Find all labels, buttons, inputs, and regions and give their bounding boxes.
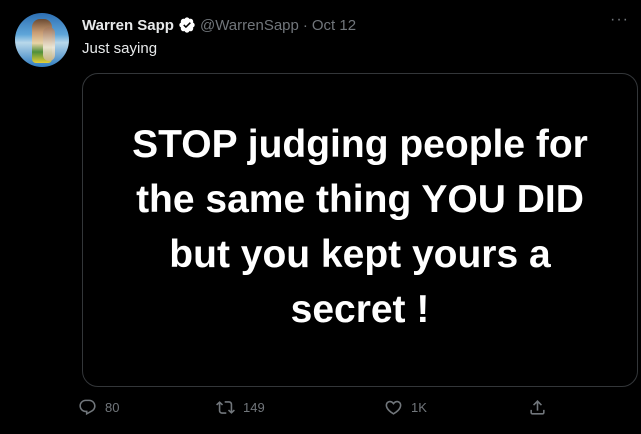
retweet-icon: [216, 401, 235, 414]
reply-icon: [79, 399, 96, 416]
more-options-icon[interactable]: ···: [610, 12, 629, 28]
like-count: 1K: [411, 400, 427, 415]
share-button[interactable]: [528, 398, 555, 417]
tweet[interactable]: Warren Sapp @WarrenSapp · Oct 12 ··· Jus…: [0, 0, 641, 434]
author-handle[interactable]: @WarrenSapp: [200, 17, 299, 34]
author-name[interactable]: Warren Sapp: [82, 17, 174, 34]
verified-badge-icon: [178, 16, 196, 34]
tweet-image[interactable]: STOP judging people for the same thing Y…: [82, 73, 638, 387]
retweet-button[interactable]: 149: [216, 398, 265, 417]
separator-dot: ·: [302, 16, 308, 34]
reply-button[interactable]: 80: [78, 398, 119, 417]
retweet-count: 149: [243, 400, 265, 415]
tweet-header: Warren Sapp @WarrenSapp · Oct 12: [82, 14, 356, 36]
image-text: STOP judging people for the same thing Y…: [132, 123, 588, 331]
action-bar: 80 149 1K: [78, 398, 558, 424]
reply-count: 80: [105, 400, 120, 415]
tweet-text: Just saying: [82, 40, 158, 57]
avatar-figure-secondary: [43, 27, 55, 61]
like-icon: [385, 400, 402, 415]
like-button[interactable]: 1K: [384, 398, 427, 417]
avatar[interactable]: [15, 13, 69, 67]
share-icon: [530, 400, 545, 415]
tweet-date[interactable]: Oct 12: [312, 17, 356, 34]
